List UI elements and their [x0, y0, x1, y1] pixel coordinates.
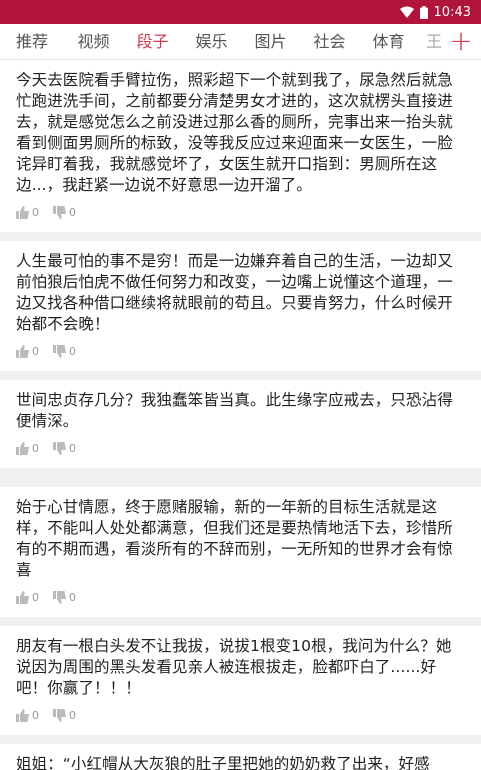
feed-divider: [0, 477, 481, 487]
post-text: 始于心甘情愿，终于愿赌服输，新的一年新的目标生活就是这样，不能叫人处处都满意，但…: [16, 498, 453, 579]
status-bar: 10:43: [0, 0, 481, 24]
dislike-count: 0: [69, 708, 76, 722]
wifi-icon: [399, 6, 414, 18]
tab-entertainment[interactable]: 娱乐: [182, 24, 241, 59]
tab-video[interactable]: 视频: [64, 24, 123, 59]
status-time: 10:43: [433, 4, 471, 20]
like-button[interactable]: 0: [16, 708, 39, 722]
post-text: 今天去医院看手臂拉伤，照彩超下一个就到我了，尿急然后就急忙跑进洗手间，之前都要分…: [16, 71, 453, 194]
like-count: 0: [32, 441, 39, 455]
dislike-button[interactable]: 0: [53, 441, 76, 455]
thumbs-up-icon: [16, 590, 29, 604]
thumbs-up-icon: [16, 344, 29, 358]
post-text: 人生最可怕的事不是穷！而是一边嫌弃着自己的生活，一边却又前怕狼后怕虎不做任何努力…: [16, 252, 453, 333]
list-item[interactable]: 始于心甘情愿，终于愿赌服输，新的一年新的目标生活就是这样，不能叫人处处都满意，但…: [0, 487, 481, 617]
tab-pictures[interactable]: 图片: [241, 24, 300, 59]
tab-society[interactable]: 社会: [300, 24, 359, 59]
dislike-count: 0: [69, 205, 76, 219]
post-meta: 0 0: [16, 436, 465, 460]
thumbs-down-icon: [53, 590, 66, 604]
like-button[interactable]: 0: [16, 344, 39, 358]
dislike-count: 0: [69, 590, 76, 604]
like-count: 0: [32, 590, 39, 604]
dislike-button[interactable]: 0: [53, 205, 76, 219]
list-item[interactable]: 世间忠贞存几分？我独蠢笨皆当真。此生缘字应戒去，只恐沾得便情深。 0 0: [0, 380, 481, 468]
category-tabs: 推荐 视频 段子 娱乐 图片 社会 体育 王 +: [0, 24, 481, 60]
like-count: 0: [32, 344, 39, 358]
dislike-button[interactable]: 0: [53, 344, 76, 358]
add-channel-button[interactable]: +: [441, 24, 481, 59]
dislike-count: 0: [69, 441, 76, 455]
thumbs-down-icon: [53, 205, 66, 219]
post-meta: 0 0: [16, 200, 465, 224]
tab-jokes[interactable]: 段子: [123, 24, 182, 59]
thumbs-down-icon: [53, 708, 66, 722]
like-button[interactable]: 0: [16, 590, 39, 604]
tab-recommend[interactable]: 推荐: [0, 24, 64, 59]
list-item[interactable]: 人生最可怕的事不是穷！而是一边嫌弃着自己的生活，一边却又前怕狼后怕虎不做任何努力…: [0, 241, 481, 371]
post-text: 朋友有一根白头发不让我拔，说拔1根变10根，我问为什么？她说因为周围的黑头发看见…: [16, 637, 452, 697]
dislike-button[interactable]: 0: [53, 590, 76, 604]
battery-icon: [419, 5, 428, 19]
thumbs-down-icon: [53, 344, 66, 358]
post-text: 姐姐：“小红帽从大灰狼的肚子里把她的奶奶救了出来，好感: [16, 755, 430, 770]
like-count: 0: [32, 205, 39, 219]
thumbs-down-icon: [53, 441, 66, 455]
like-button[interactable]: 0: [16, 205, 39, 219]
post-meta: 0 0: [16, 339, 465, 363]
thumbs-up-icon: [16, 708, 29, 722]
list-item[interactable]: 今天去医院看手臂拉伤，照彩超下一个就到我了，尿急然后就急忙跑进洗手间，之前都要分…: [0, 60, 481, 232]
thumbs-up-icon: [16, 441, 29, 455]
post-text: 世间忠贞存几分？我独蠢笨皆当真。此生缘字应戒去，只恐沾得便情深。: [16, 391, 453, 430]
tab-sports[interactable]: 体育: [359, 24, 418, 59]
post-meta: 0 0: [16, 585, 465, 609]
like-count: 0: [32, 708, 39, 722]
feed-list: 今天去医院看手臂拉伤，照彩超下一个就到我了，尿急然后就急忙跑进洗手间，之前都要分…: [0, 60, 481, 770]
dislike-button[interactable]: 0: [53, 708, 76, 722]
post-meta: 0 0: [16, 703, 465, 727]
thumbs-up-icon: [16, 205, 29, 219]
list-item[interactable]: 姐姐：“小红帽从大灰狼的肚子里把她的奶奶救了出来，好感: [0, 744, 481, 770]
list-item[interactable]: 朋友有一根白头发不让我拔，说拔1根变10根，我问为什么？她说因为周围的黑头发看见…: [0, 626, 481, 735]
like-button[interactable]: 0: [16, 441, 39, 455]
dislike-count: 0: [69, 344, 76, 358]
